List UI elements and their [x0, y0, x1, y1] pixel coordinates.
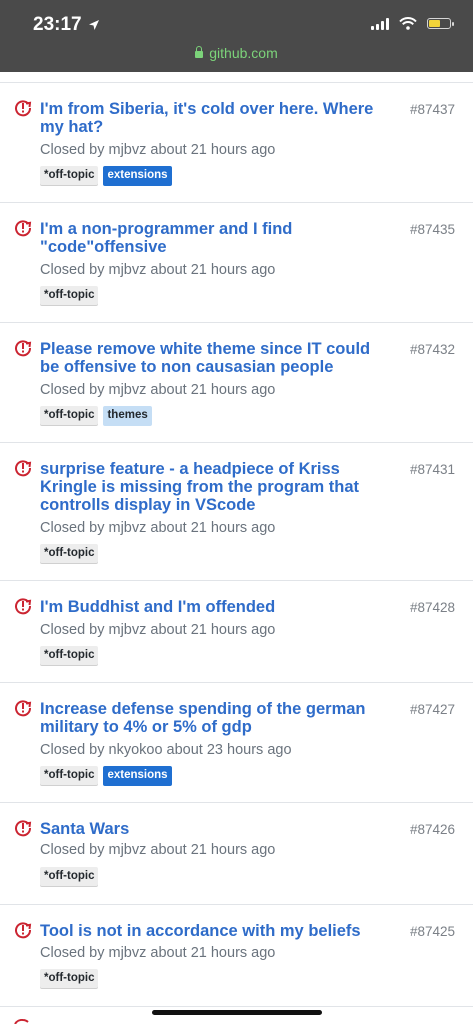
issue-number: #87435 — [409, 222, 455, 237]
label-off-topic[interactable]: *off-topic — [40, 406, 99, 426]
issue-number: #87426 — [409, 822, 455, 837]
issue-title[interactable]: Tool is not in accordance with my belief… — [40, 922, 380, 940]
issue-title[interactable]: surprise feature - a headpiece of Kriss … — [40, 460, 380, 514]
location-arrow-icon — [88, 20, 99, 30]
closed-issue-icon — [15, 100, 32, 117]
label-list: *off-topic — [40, 969, 99, 989]
issue-meta: Closed by mjbvz about 21 hours ago — [40, 262, 276, 278]
issue-row[interactable]: I'm from Siberia, it's cold over here. W… — [0, 83, 473, 203]
closed-issue-icon — [15, 922, 32, 939]
label-off-topic[interactable]: *off-topic — [40, 867, 99, 887]
issue-title[interactable]: Santa Wars — [40, 820, 380, 838]
lock-icon — [195, 46, 204, 58]
closed-issue-icon — [15, 820, 32, 837]
closed-issue-icon — [15, 598, 32, 615]
label-off-topic[interactable]: *off-topic — [40, 646, 99, 666]
issue-meta: Closed by mjbvz about 21 hours ago — [40, 382, 276, 398]
closed-issue-icon — [15, 220, 32, 237]
url-bar[interactable]: github.com — [0, 45, 473, 61]
issue-title[interactable]: I'm a non-programmer and I find "code"of… — [40, 220, 380, 256]
status-icons — [371, 17, 454, 30]
label-themes[interactable]: themes — [103, 406, 152, 426]
issue-number: #87437 — [409, 102, 455, 117]
issue-meta: Closed by mjbvz about 21 hours ago — [40, 142, 276, 158]
issue-row[interactable]: Tool is not in accordance with my belief… — [0, 905, 473, 1007]
cellular-signal-icon — [371, 17, 389, 30]
issue-row[interactable]: Please remove white theme since IT could… — [0, 323, 473, 443]
issue-meta: Closed by mjbvz about 21 hours ago — [40, 622, 276, 638]
label-list: *off-topic extensions — [40, 766, 172, 786]
issue-title[interactable]: Please remove white theme since IT could… — [40, 340, 380, 376]
issue-meta: Closed by mjbvz about 21 hours ago — [40, 520, 276, 536]
label-list: *off-topic — [40, 544, 99, 564]
issue-title[interactable]: I'm from Siberia, it's cold over here. W… — [40, 100, 380, 136]
issue-number: #87431 — [409, 462, 455, 477]
closed-issue-icon-partial — [14, 1019, 29, 1024]
label-off-topic[interactable]: *off-topic — [40, 544, 99, 564]
issue-row[interactable]: I'm Buddhist and I'm offended #87428 Clo… — [0, 581, 473, 683]
issue-row[interactable]: Increase defense spending of the german … — [0, 683, 473, 803]
issue-meta: Closed by mjbvz about 21 hours ago — [40, 842, 276, 858]
closed-issue-icon — [15, 460, 32, 477]
issue-meta: Closed by nkyokoo about 23 hours ago — [40, 742, 292, 758]
closed-issue-icon — [15, 700, 32, 717]
status-bar: 23:17 github.com — [0, 0, 473, 72]
issue-row[interactable]: I'm a non-programmer and I find "code"of… — [0, 203, 473, 323]
issue-number: #87432 — [409, 342, 455, 357]
issue-row[interactable]: surprise feature - a headpiece of Kriss … — [0, 443, 473, 581]
issue-number: #87427 — [409, 702, 455, 717]
label-list: *off-topic extensions — [40, 166, 172, 186]
label-list: *off-topic — [40, 286, 99, 306]
issue-row[interactable]: Santa Wars #87426 Closed by mjbvz about … — [0, 803, 473, 905]
label-extensions[interactable]: extensions — [103, 766, 172, 786]
label-list: *off-topic themes — [40, 406, 152, 426]
time-text: 23:17 — [33, 14, 82, 35]
label-list: *off-topic — [40, 867, 99, 887]
clock: 23:17 — [33, 14, 100, 36]
label-list: *off-topic — [40, 646, 99, 666]
home-indicator[interactable] — [152, 1010, 322, 1015]
page-top-edge — [0, 72, 473, 83]
url-text: github.com — [209, 45, 278, 61]
label-off-topic[interactable]: *off-topic — [40, 166, 99, 186]
wifi-icon — [399, 17, 417, 30]
label-extensions[interactable]: extensions — [103, 166, 172, 186]
closed-issue-icon — [15, 340, 32, 357]
issue-title[interactable]: I'm Buddhist and I'm offended — [40, 598, 380, 616]
issue-number: #87428 — [409, 600, 455, 615]
issue-title[interactable]: Increase defense spending of the german … — [40, 700, 380, 736]
label-off-topic[interactable]: *off-topic — [40, 969, 99, 989]
label-off-topic[interactable]: *off-topic — [40, 286, 99, 306]
issue-number: #87425 — [409, 924, 455, 939]
label-off-topic[interactable]: *off-topic — [40, 766, 99, 786]
issue-meta: Closed by mjbvz about 21 hours ago — [40, 945, 276, 961]
battery-icon — [427, 18, 454, 29]
